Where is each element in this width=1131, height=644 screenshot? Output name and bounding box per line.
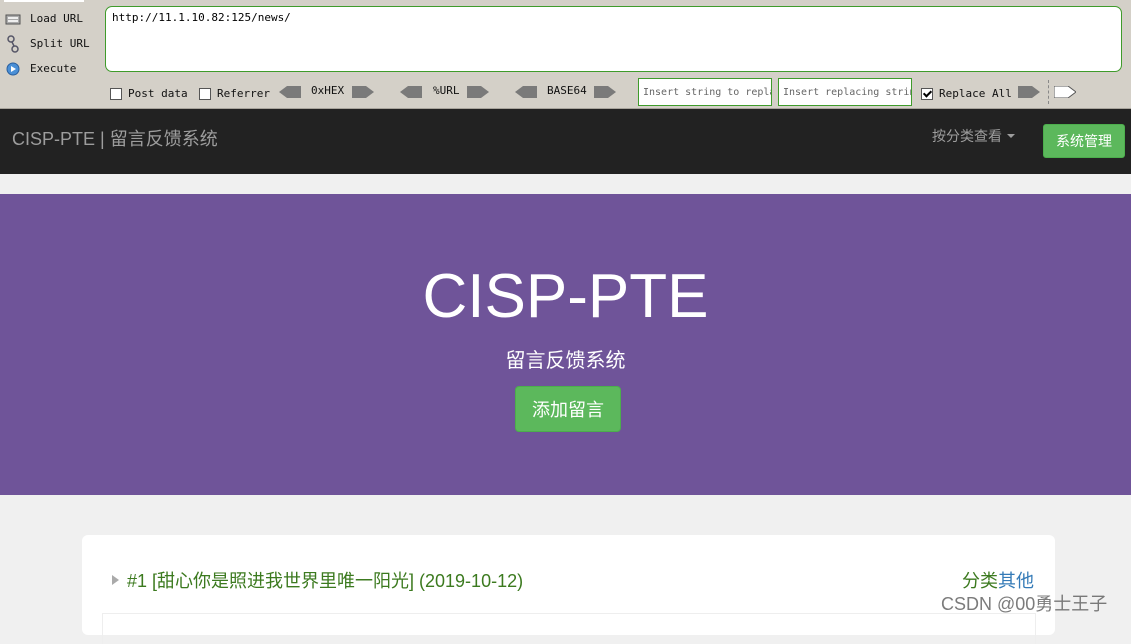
split-url-label: Split URL	[30, 37, 90, 50]
load-url-icon	[4, 11, 22, 27]
caret-down-icon	[1007, 134, 1015, 138]
hackbar-actions: Load URL Split URL Execute	[4, 6, 99, 81]
post-data-label: Post data	[128, 87, 188, 100]
replace-all-checkbox[interactable]: Replace All	[921, 87, 1012, 100]
base64-label: BASE64	[547, 84, 587, 97]
message-title-link[interactable]: #1 [甜心你是照进我世界里唯一阳光] (2019-10-12)	[112, 567, 523, 593]
add-message-button[interactable]: 添加留言	[515, 386, 621, 432]
base64-encode-arrow-icon[interactable]	[594, 86, 616, 98]
load-url-button[interactable]: Load URL	[4, 6, 99, 31]
message-body	[102, 613, 1036, 644]
hero-banner: CISP-PTE 留言反馈系统 添加留言	[0, 194, 1131, 495]
split-url-icon	[4, 34, 22, 53]
category-dropdown[interactable]: 按分类查看	[932, 126, 1015, 146]
category-dropdown-label: 按分类查看	[932, 128, 1002, 144]
load-url-label: Load URL	[30, 12, 83, 25]
navbar-brand[interactable]: CISP-PTE | 留言反馈系统	[12, 125, 218, 151]
url-textarea[interactable]: http://11.1.10.82:125/news/	[105, 6, 1122, 72]
base64-decode-arrow-icon[interactable]	[515, 86, 537, 98]
hex-encode-arrow-icon[interactable]	[352, 86, 374, 98]
execute-label: Execute	[30, 62, 77, 75]
replace-all-label: Replace All	[939, 87, 1012, 100]
post-data-checkbox-box[interactable]	[110, 87, 122, 100]
top-navbar: CISP-PTE | 留言反馈系统 按分类查看 系统管理	[0, 109, 1131, 174]
hackbar-toolbar: Load URL Split URL Execute http://11.1.1…	[0, 0, 1131, 109]
admin-button[interactable]: 系统管理	[1043, 124, 1125, 158]
insert-string-input[interactable]: Insert string to replace	[638, 78, 772, 106]
split-url-button[interactable]: Split URL	[4, 31, 99, 56]
replacing-string-input[interactable]: Insert replacing string	[778, 78, 912, 106]
replace-execute-arrow-icon[interactable]	[1054, 86, 1076, 98]
hex-label: 0xHEX	[311, 84, 345, 97]
toolbar-separator	[1048, 80, 1049, 104]
referrer-label: Referrer	[217, 87, 270, 100]
category-key: 分类	[962, 571, 998, 591]
message-title: #1 [甜心你是照进我世界里唯一阳光] (2019-10-12)	[127, 571, 524, 591]
hero-subtitle: 留言反馈系统	[505, 350, 626, 372]
url-encode-arrow-icon[interactable]	[467, 86, 489, 98]
csdn-watermark: CSDN @00勇士王子	[941, 594, 1108, 614]
replace-all-checkbox-box[interactable]	[921, 87, 933, 100]
post-data-checkbox[interactable]: Post data	[110, 87, 188, 100]
url-decode-arrow-icon[interactable]	[400, 86, 422, 98]
hackbar-options-row: Post data Referrer 0xHEX %URL BASE64 Ins…	[0, 78, 1131, 108]
message-card: #1 [甜心你是照进我世界里唯一阳光] (2019-10-12) 分类其他	[82, 535, 1055, 644]
referrer-checkbox-box[interactable]	[199, 87, 211, 100]
url-encode-label: %URL	[433, 84, 460, 97]
referrer-checkbox[interactable]: Referrer	[199, 87, 270, 100]
expand-triangle-icon	[112, 575, 119, 585]
category-value-link[interactable]: 其他	[998, 571, 1034, 591]
hex-decode-arrow-icon[interactable]	[279, 86, 301, 98]
replace-arrow-icon[interactable]	[1018, 86, 1040, 98]
execute-icon	[4, 61, 22, 77]
hero-title: CISP-PTE	[422, 262, 709, 331]
hackbar-top-edge	[4, 0, 84, 2]
